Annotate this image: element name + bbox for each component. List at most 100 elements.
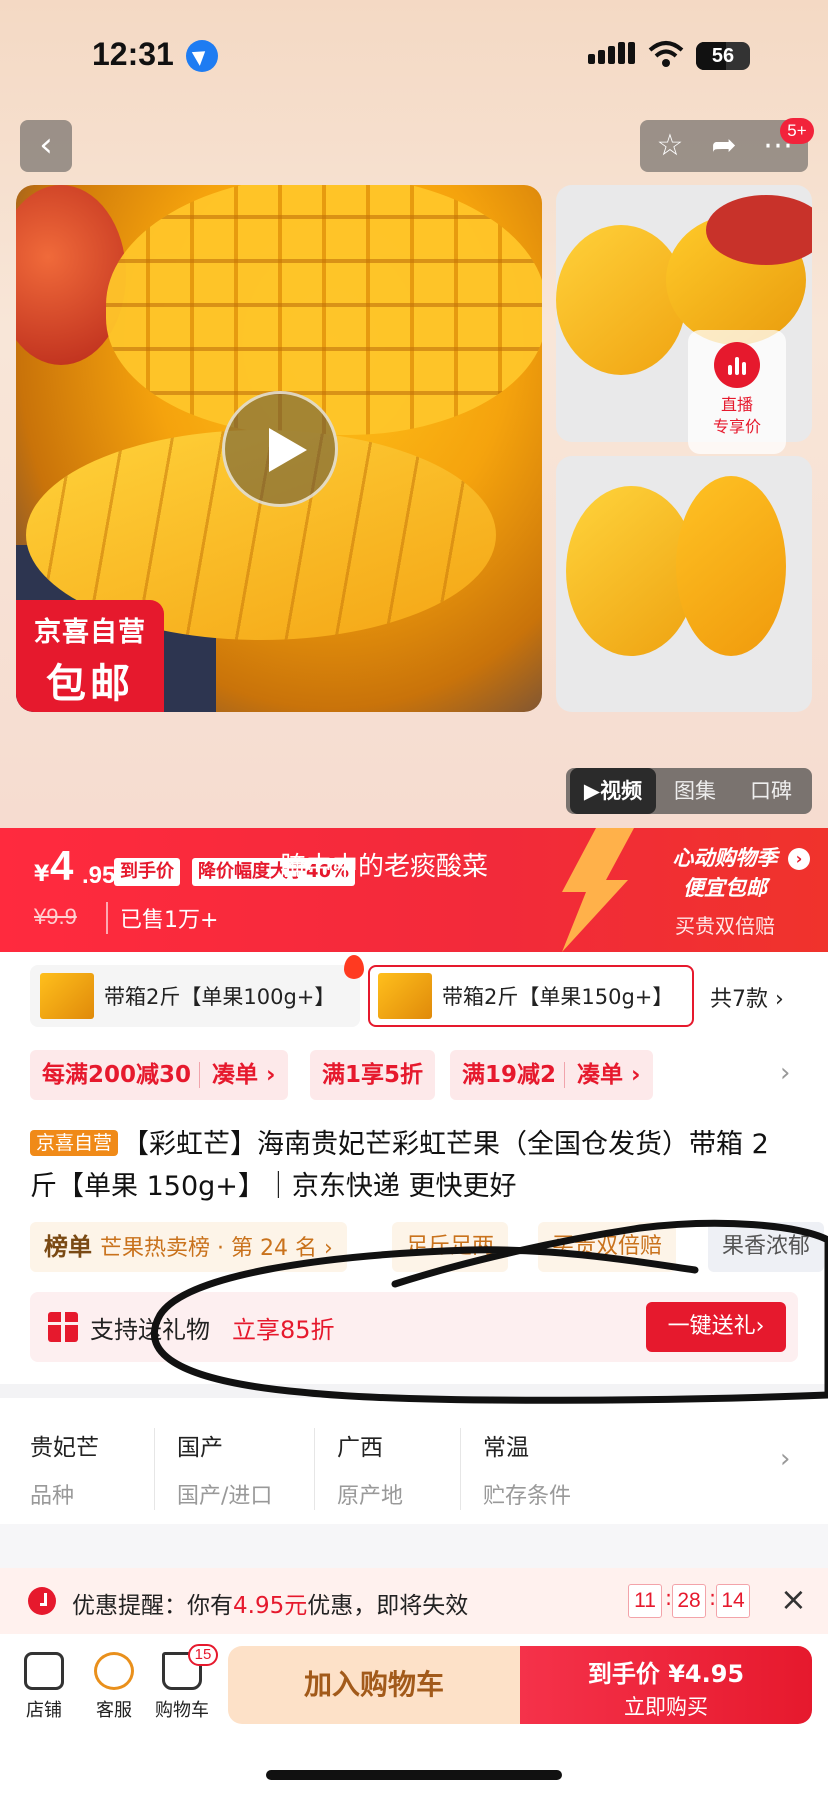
live-icon (714, 342, 760, 388)
battery-level: 56 (711, 45, 735, 67)
feature-tag: 买贵双倍赔 (538, 1222, 677, 1272)
attribute-key: 原产地 (337, 1484, 404, 1509)
attribute-item: 广西 原产地 (314, 1428, 403, 1510)
store-icon (24, 1652, 64, 1690)
live-sublabel: 专享价 (712, 417, 761, 436)
home-indicator (266, 1770, 562, 1780)
coupon-action: 凑单 › (564, 1062, 641, 1088)
service-label: 客服 (96, 1700, 132, 1721)
attribute-key: 贮存条件 (483, 1484, 572, 1509)
buy-now-button[interactable]: 到手价 ¥4.95 立即购买 (520, 1646, 812, 1724)
coupon-chip[interactable]: 每满200减30 凑单 › (30, 1050, 288, 1100)
send-gift-button[interactable]: 一键送礼› (646, 1302, 786, 1352)
promo-title: 心动购物季 (672, 846, 778, 870)
final-price-chip: 到手价 (114, 858, 180, 886)
attribute-value: 广西 (337, 1435, 383, 1461)
section-divider (0, 1524, 828, 1568)
variant-thumbnail (40, 973, 94, 1019)
service-button[interactable]: 客服 (82, 1652, 146, 1722)
attribute-item: 常温 贮存条件 (460, 1428, 571, 1510)
price-decimal: .95 (82, 862, 116, 889)
more-badge: 5+ (780, 118, 814, 144)
attribute-key: 品种 (30, 1484, 75, 1509)
wifi-icon (648, 41, 684, 67)
status-time: 12:31 (92, 36, 174, 72)
cart-label: 购物车 (155, 1700, 209, 1721)
coupon-chip[interactable]: 满1享5折 (310, 1050, 436, 1100)
store-label: 店铺 (26, 1700, 62, 1721)
feature-tag-text: 足斤足两 (406, 1234, 495, 1259)
countdown-minutes: 28 (672, 1584, 706, 1618)
attribute-value: 常温 (483, 1435, 529, 1461)
variant-option[interactable]: 带箱2斤【单果100g+】 (30, 955, 364, 1027)
countdown-hours: 11 (628, 1584, 662, 1618)
attribute-key: 国产/进口 (177, 1484, 273, 1509)
back-button[interactable]: ‹ (20, 120, 72, 172)
mango-image-part (676, 476, 786, 656)
sold-count: 已售1万+ (106, 902, 218, 934)
variant-option-selected[interactable]: 带箱2斤【单果150g+】 (368, 965, 694, 1027)
clock-icon (28, 1587, 56, 1615)
price-integer: 4 (50, 842, 74, 889)
variant-label: 带箱2斤【单果100g+】 (104, 985, 336, 1009)
feature-tag: 足斤足两 (392, 1222, 509, 1272)
gift-label: 支持送礼物 (90, 1316, 210, 1344)
feature-tag: 果香浓郁 (708, 1222, 825, 1272)
price-banner: ¥ 4 .95 到手价 降价幅度大于40% 腌中中的老痰酸菜 ¥9.9 已售1万… (0, 828, 828, 952)
tab-video[interactable]: ▶视频 (570, 768, 656, 814)
jingxi-tag: 京喜自营 包邮 (16, 600, 164, 712)
reminder-suffix: 优惠，即将失效 (307, 1593, 469, 1619)
section-divider (0, 1384, 828, 1398)
discount-reminder: 优惠提醒：你有4.95元优惠，即将失效 11 : 28 : 14 × (0, 1568, 828, 1634)
media-tabs: ▶视频 图集 口碑 (566, 768, 812, 814)
service-icon (94, 1652, 134, 1690)
attribute-value: 国产 (177, 1435, 223, 1461)
fire-icon (344, 955, 364, 979)
tab-reviews[interactable]: 口碑 (734, 768, 808, 814)
currency-symbol: ¥ (34, 862, 50, 887)
variant-selector: 带箱2斤【单果100g+】 带箱2斤【单果150g+】 共7款 › (0, 955, 828, 1029)
play-icon[interactable] (222, 391, 338, 507)
feature-tag-text: 买贵双倍赔 (552, 1234, 663, 1259)
signal-icon (588, 42, 638, 64)
countdown-seconds: 14 (716, 1584, 750, 1618)
reminder-text: 优惠提醒：你有4.95元优惠，即将失效 (72, 1586, 468, 1620)
buy-now-price: 到手价 ¥4.95 (587, 1660, 745, 1688)
mango-image-part (106, 185, 542, 435)
tab-gallery[interactable]: 图集 (658, 768, 732, 814)
star-icon[interactable]: ☆ (652, 128, 688, 164)
share-icon[interactable]: ➦ (706, 128, 742, 164)
promo-badge[interactable]: 心动购物季 便宜包邮 买贵双倍赔 › (640, 842, 810, 939)
coupon-chip[interactable]: 满19减2 凑单 › (450, 1050, 653, 1100)
store-button[interactable]: 店铺 (12, 1652, 76, 1722)
cart-button[interactable]: 15 购物车 (150, 1644, 218, 1722)
ranking-text: 芒果热卖榜 · 第 24 名 › (100, 1236, 333, 1261)
product-title-text: 【彩虹芒】海南贵妃芒彩虹芒果（全国仓发货）带箱 2 斤【单果 150g+】｜京东… (30, 1129, 769, 1202)
close-icon[interactable]: × (780, 1580, 807, 1618)
ranking-label: 榜单 (44, 1233, 92, 1261)
promo-subtitle: 便宜包邮 (683, 876, 767, 900)
cart-count-badge: 15 (188, 1644, 218, 1666)
product-title: 京喜自营 【彩虹芒】海南贵妃芒彩虹芒果（全国仓发货）带箱 2 斤【单果 150g+… (30, 1124, 800, 1208)
buy-now-label: 立即购买 (624, 1695, 708, 1719)
attribute-item: 国产 国产/进口 (154, 1428, 272, 1510)
jingxi-label: 京喜自营 (30, 1130, 119, 1156)
live-price-badge[interactable]: 直播 专享价 (688, 330, 786, 454)
coupon-text: 满1享5折 (322, 1062, 424, 1088)
chevron-right-icon: › (788, 848, 810, 870)
all-variants-link[interactable]: 共7款 › (710, 981, 784, 1013)
product-attributes[interactable]: 贵妃芒 品种 国产 国产/进口 广西 原产地 常温 贮存条件 › (0, 1410, 828, 1510)
ranking-tag[interactable]: 榜单 芒果热卖榜 · 第 24 名 › (30, 1222, 347, 1272)
overlay-text: 腌中中的老痰酸菜 (280, 852, 489, 882)
attribute-item: 贵妃芒 品种 (30, 1428, 99, 1510)
original-price: ¥9.9 (34, 904, 77, 929)
chevron-right-icon: › (780, 1444, 791, 1474)
main-product-video[interactable]: 京喜自营 包邮 (16, 185, 542, 712)
reminder-prefix: 优惠提醒：你有 (72, 1593, 233, 1619)
chevron-right-icon[interactable]: › (780, 1058, 790, 1088)
add-to-cart-button[interactable]: 加入购物车 (228, 1646, 520, 1724)
gift-discount: 立享85折 (232, 1316, 335, 1344)
feature-tags: 榜单 芒果热卖榜 · 第 24 名 › 足斤足两 买贵双倍赔 果香浓郁 (0, 1222, 828, 1272)
coupon-action: 凑单 › (199, 1062, 276, 1088)
side-image-2[interactable] (556, 456, 812, 712)
